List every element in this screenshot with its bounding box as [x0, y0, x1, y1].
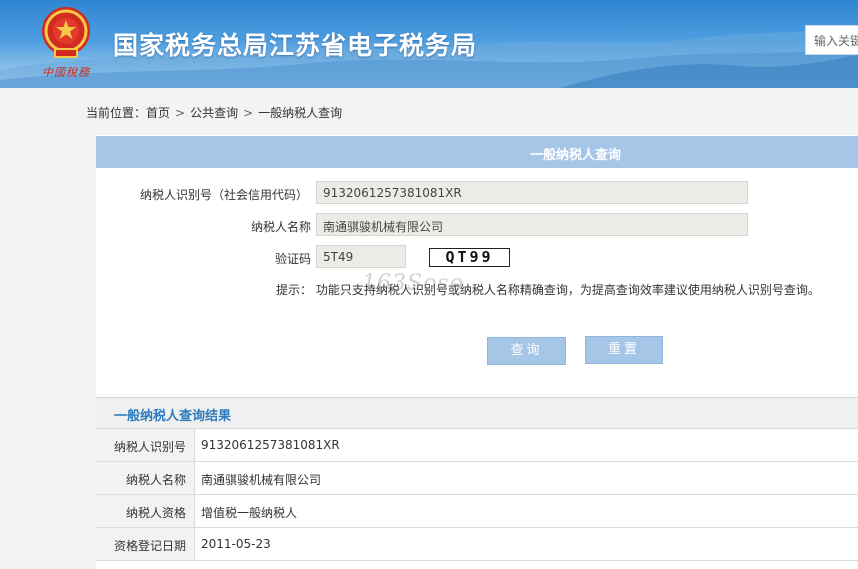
breadcrumb-separator: > [243, 106, 254, 120]
emblem-signature: 中國稅務 [42, 66, 90, 79]
result-title: 一般纳税人查询结果 [114, 409, 232, 424]
result-row-qualification: 纳税人资格 增值税一般纳税人 [96, 495, 858, 528]
taxpayer-id-label: 纳税人识别号（社会信用代码） [140, 188, 309, 202]
breadcrumb-prefix: 当前位置： [86, 106, 147, 120]
captcha-label: 验证码 [275, 252, 312, 266]
result-row-registration-date: 资格登记日期 2011-05-23 [96, 528, 858, 561]
result-label: 纳税人识别号 [96, 429, 195, 461]
result-row-taxpayer-id: 纳税人识别号 9132061257381081XR [96, 429, 858, 462]
breadcrumb: 当前位置：首页 > 公共查询 > 一般纳税人查询 [86, 104, 342, 121]
taxpayer-name-label: 纳税人名称 [251, 220, 312, 234]
result-row-taxpayer-name: 纳税人名称 南通骐骏机械有限公司 [96, 462, 858, 495]
captcha-image[interactable]: QT99 [429, 248, 510, 267]
breadcrumb-separator: > [175, 106, 186, 120]
tax-emblem-icon [42, 7, 90, 58]
result-label: 纳税人资格 [96, 495, 195, 527]
taxpayer-id-input[interactable]: 9132061257381081XR [316, 181, 748, 204]
query-button[interactable]: 查询 [487, 337, 566, 365]
breadcrumb-public-query-link[interactable]: 公共查询 [190, 106, 238, 120]
watermark: 163Soso [362, 271, 464, 296]
captcha-input[interactable]: 5T49 [316, 245, 406, 268]
site-header: 中國稅務 国家税务总局江苏省电子税务局 输入关键 [0, 0, 858, 88]
result-header: 一般纳税人查询结果 [96, 397, 858, 429]
result-value: 2011-05-23 [201, 537, 271, 551]
result-value: 9132061257381081XR [201, 438, 340, 452]
result-label: 纳税人名称 [96, 462, 195, 494]
result-label: 资格登记日期 [96, 528, 195, 560]
query-tip-text: 提示： 功能只支持纳税人识别号或纳税人名称精确查询，为提高查询效率建议使用纳税人… [276, 283, 820, 297]
breadcrumb-current: 一般纳税人查询 [258, 106, 343, 120]
result-value: 南通骐骏机械有限公司 [201, 473, 322, 487]
breadcrumb-home-link[interactable]: 首页 [146, 106, 170, 120]
panel-title-bar: 一般纳税人查询 [96, 136, 858, 168]
site-title: 国家税务总局江苏省电子税务局 [113, 31, 478, 60]
search-input[interactable]: 输入关键 [805, 25, 858, 55]
reset-button[interactable]: 重置 [585, 336, 663, 364]
result-value: 增值税一般纳税人 [201, 506, 298, 520]
panel-title: 一般纳税人查询 [530, 148, 622, 163]
taxpayer-name-input[interactable]: 南通骐骏机械有限公司 [316, 213, 748, 236]
